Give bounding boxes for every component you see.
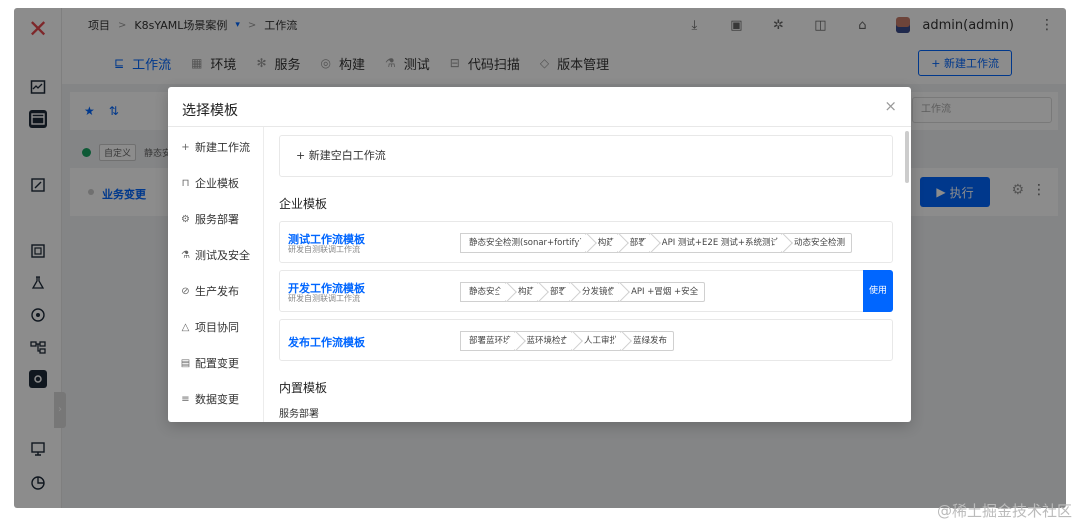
menu-item-label: 服务部署	[195, 213, 239, 226]
config-icon: ▤	[180, 357, 191, 369]
menu-item-label: 新建工作流	[195, 141, 250, 154]
menu-item-release[interactable]: ⊘ 生产发布	[180, 283, 239, 299]
use-template-button[interactable]: 使用	[863, 270, 893, 312]
close-icon[interactable]: ×	[884, 97, 897, 115]
template-step: API 测试+E2E 测试+系统测试	[648, 233, 787, 253]
template-card[interactable]: 发布工作流模板 部署蓝环境 蓝环境检查 人工审批 蓝绿发布	[279, 319, 893, 361]
menu-item-deploy[interactable]: ⚙ 服务部署	[180, 211, 239, 227]
template-description: 研发自测联调工作流	[288, 294, 360, 303]
enterprise-icon: ⊓	[181, 177, 190, 189]
template-steps: 静态安全 构建 部署 分发镜像 API +冒烟 +安全	[460, 282, 706, 302]
new-blank-workflow-card[interactable]: + 新建空白工作流	[279, 135, 893, 177]
menu-item-new-workflow[interactable]: + 新建工作流	[180, 139, 250, 155]
template-description: 研发自测联调工作流	[288, 245, 360, 254]
builtin-subcategory: 服务部署	[279, 409, 319, 420]
deploy-icon: ⚙	[181, 213, 190, 225]
template-step: API +冒烟 +安全	[618, 282, 706, 302]
template-name[interactable]: 发布工作流模板	[288, 334, 365, 350]
template-select-modal: 选择模板 × + 新建工作流 ⊓ 企业模板 ⚙ 服务部署 ⚗ 测试及安全 ⊘ 生…	[168, 87, 911, 422]
template-steps: 静态安全检测(sonar+fortify) 构建 部署 API 测试+E2E 测…	[460, 233, 853, 253]
menu-item-label: 生产发布	[195, 285, 239, 298]
menu-item-database[interactable]: ≡ 数据变更	[180, 391, 239, 407]
release-icon: ⊘	[181, 285, 190, 297]
menu-item-label: 企业模板	[195, 177, 239, 190]
modal-header: 选择模板 ×	[168, 87, 911, 127]
template-step: 部署蓝环境	[460, 331, 519, 351]
menu-item-label: 测试及安全	[195, 249, 250, 262]
menu-item-collab[interactable]: △ 项目协同	[180, 319, 239, 335]
template-card[interactable]: 测试工作流模板 研发自测联调工作流 静态安全检测(sonar+fortify) …	[279, 221, 893, 263]
database-icon: ≡	[181, 393, 190, 405]
template-category-menu: + 新建工作流 ⊓ 企业模板 ⚙ 服务部署 ⚗ 测试及安全 ⊘ 生产发布 △ 项…	[168, 127, 264, 422]
collab-icon: △	[181, 321, 190, 333]
flask-icon: ⚗	[181, 249, 190, 261]
template-step: 静态安全检测(sonar+fortify)	[460, 233, 590, 253]
watermark-text: @稀土掘金技术社区	[936, 502, 1072, 520]
template-steps: 部署蓝环境 蓝环境检查 人工审批 蓝绿发布	[460, 331, 675, 351]
menu-item-config[interactable]: ▤ 配置变更	[180, 355, 239, 371]
modal-title: 选择模板	[182, 103, 238, 119]
section-title-enterprise: 企业模板	[279, 197, 328, 211]
section-title-builtin: 内置模板	[279, 381, 328, 395]
modal-scrollbar[interactable]	[905, 131, 909, 183]
menu-item-label: 项目协同	[195, 321, 239, 334]
template-card[interactable]: 开发工作流模板 研发自测联调工作流 静态安全 构建 部署 分发镜像 API +冒…	[279, 270, 893, 312]
menu-item-enterprise[interactable]: ⊓ 企业模板	[180, 175, 239, 191]
template-list: + 新建空白工作流 企业模板 测试工作流模板 研发自测联调工作流 静态安全检测(…	[265, 127, 911, 422]
template-step: 静态安全	[460, 282, 511, 302]
menu-item-label: 配置变更	[195, 357, 239, 370]
menu-item-label: 数据变更	[195, 393, 239, 406]
plus-icon: +	[181, 141, 190, 153]
menu-item-test-security[interactable]: ⚗ 测试及安全	[180, 247, 250, 263]
